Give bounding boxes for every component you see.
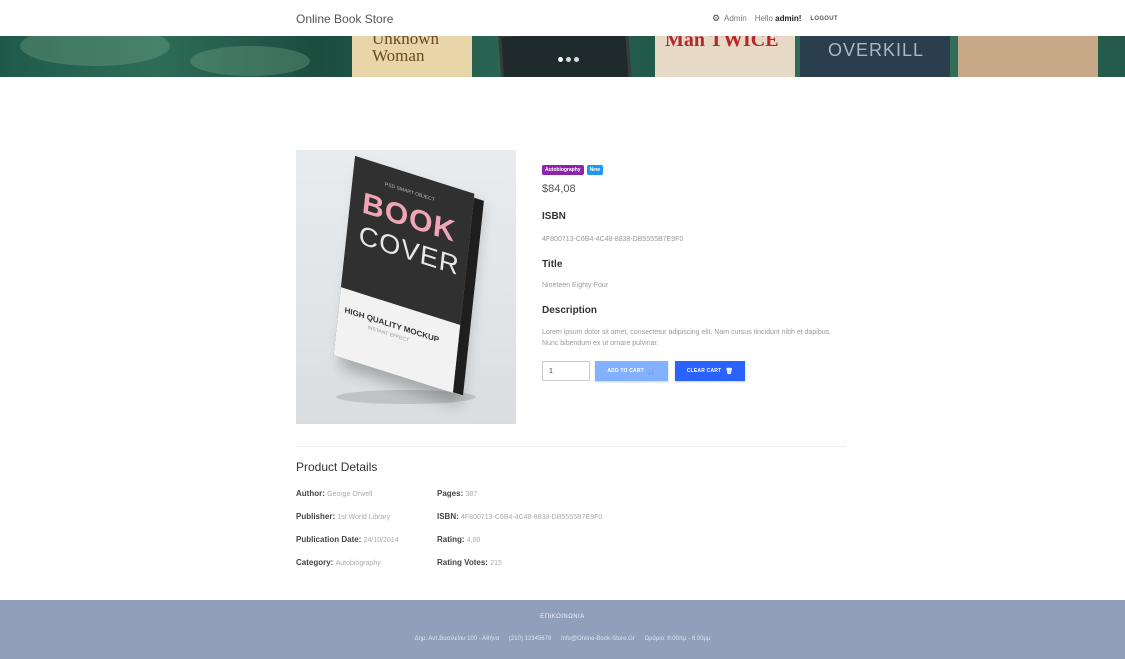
carousel-book-cover: Man TWICE	[655, 36, 795, 77]
admin-link[interactable]: Admin	[724, 14, 747, 23]
detail-author: Author: George Orwell	[296, 489, 372, 498]
hello-prefix: Hello	[754, 14, 773, 23]
carousel-book-title: OVERKILL	[828, 40, 925, 60]
trash-icon: 🗑	[725, 368, 734, 375]
carousel-book-cover	[958, 36, 1098, 77]
detail-pages: Pages: 387	[437, 489, 477, 498]
footer-email[interactable]: Info@Online-Book-Store.Gr	[561, 636, 635, 642]
section-divider	[296, 446, 846, 447]
isbn-value: 4F800713-C6B4-4C48-8838-DB5555B7E9F0	[542, 236, 684, 243]
footer-hours: Ωράριο: 8:00πμ - 6:00μμ	[644, 636, 711, 642]
detail-label: Publisher:	[296, 512, 336, 521]
footer-contact: Δημ. Αντ.Βασιλείου 100 - Αθήνα (210) 123…	[0, 636, 1125, 642]
detail-value: 387	[465, 491, 478, 498]
clear-cart-label: CLEAR CART	[686, 368, 722, 374]
detail-value: 215	[490, 560, 502, 567]
footer-title: ΕΠΙΚΟΙΝΩΝΙΑ	[540, 614, 585, 620]
detail-category: Category: Autobiography	[296, 558, 381, 567]
footer-phone[interactable]: (210) 12345678	[509, 636, 551, 642]
product-price: $84,08	[542, 183, 576, 195]
carousel-book-cover: OVERKILL	[800, 36, 950, 77]
detail-value: George Orwell	[327, 491, 373, 498]
detail-value: 24/10/2014	[363, 537, 399, 544]
navbar: Online Book Store ⚙ Admin Hello admin! L…	[0, 0, 1125, 36]
carousel-dot[interactable]	[558, 57, 563, 62]
badges: Autobiography New	[542, 165, 852, 175]
logout-link[interactable]: LOGOUT	[810, 16, 837, 22]
carousel-dot[interactable]	[574, 57, 579, 62]
detail-publisher: Publisher: 1st World Library	[296, 512, 390, 521]
carousel-book-title: Unknown Woman	[372, 36, 440, 65]
detail-rating-votes: Rating Votes: 215	[437, 558, 502, 567]
detail-label: ISBN:	[437, 512, 459, 521]
product-info: Autobiography New $84,08 ISBN 4F800713-C…	[542, 165, 852, 381]
nav-right: ⚙ Admin Hello admin! LOGOUT	[712, 14, 838, 24]
add-to-cart-button[interactable]: ADD TO CART 🛒	[595, 361, 668, 381]
brand-logo[interactable]: Online Book Store	[296, 12, 393, 26]
detail-value: 1st World Library	[337, 514, 391, 521]
gear-icon[interactable]: ⚙	[712, 14, 721, 23]
greeting: Hello admin!	[755, 14, 802, 23]
book-shadow	[336, 390, 476, 404]
footer-address: Δημ. Αντ.Βασιλείου 100 - Αθήνα	[414, 636, 500, 642]
detail-publication-date: Publication Date: 24/10/2014	[296, 535, 399, 544]
book-spine	[453, 197, 484, 396]
description-heading: Description	[542, 305, 598, 316]
footer: ΕΠΙΚΟΙΝΩΝΙΑ Δημ. Αντ.Βασιλείου 100 - Αθή…	[0, 600, 1125, 659]
title-value: Nineteen Eighty-Four	[542, 282, 609, 289]
detail-value: 4,00	[466, 537, 481, 544]
leaf-decoration	[190, 46, 310, 76]
detail-rating: Rating: 4,00	[437, 535, 480, 544]
clear-cart-button[interactable]: CLEAR CART 🗑	[675, 361, 745, 381]
product-image: PSD SMART OBJECT BOOK COVER HIGH QUALITY…	[296, 150, 516, 424]
carousel-book-cover: Unknown Woman	[352, 36, 472, 77]
detail-value: Autobiography	[335, 560, 381, 567]
title-heading: Title	[542, 259, 563, 270]
description-text: Lorem ipsum dolor sit amet, consectetur …	[542, 329, 832, 347]
detail-label: Publication Date:	[296, 535, 362, 544]
detail-label: Author:	[296, 489, 325, 498]
category-badge: Autobiography	[542, 165, 584, 175]
detail-label: Rating Votes:	[437, 558, 488, 567]
detail-label: Category:	[296, 558, 334, 567]
new-badge: New	[586, 165, 603, 175]
cart-icon: 🛒	[647, 368, 656, 375]
carousel-indicators	[558, 57, 579, 62]
detail-value: 4F800713-C6B4-4C48-8838-DB5555B7E9F0	[461, 514, 603, 521]
username: admin!	[775, 14, 802, 23]
carousel-dot[interactable]	[566, 57, 571, 62]
cart-actions: ADD TO CART🛒 CLEAR CART🗑	[542, 361, 745, 381]
detail-isbn: ISBN: 4F800713-C6B4-4C48-8838-DB5555B7E9…	[437, 512, 602, 521]
quantity-input[interactable]	[542, 361, 590, 381]
detail-label: Pages:	[437, 489, 464, 498]
detail-label: Rating:	[437, 535, 465, 544]
add-to-cart-label: ADD TO CART	[607, 368, 644, 374]
carousel-book-title: Man TWICE	[665, 36, 779, 51]
book-mockup: PSD SMART OBJECT BOOK COVER HIGH QUALITY…	[333, 155, 484, 396]
leaf-decoration	[20, 36, 170, 66]
isbn-heading: ISBN	[542, 211, 566, 222]
product-details-heading: Product Details	[296, 460, 378, 474]
